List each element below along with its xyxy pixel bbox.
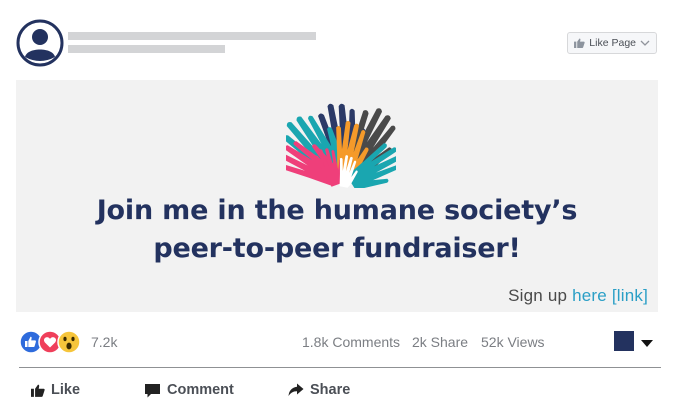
signup-label: Sign up	[508, 286, 568, 305]
signup-link[interactable]: here [link]	[572, 286, 648, 305]
thumbs-up-icon	[574, 38, 585, 48]
reaction-count[interactable]: 7.2k	[91, 334, 117, 350]
wow-reaction-icon	[57, 330, 81, 354]
shares-count[interactable]: 2k Share	[412, 334, 468, 350]
thumbs-up-icon	[31, 384, 45, 397]
hands-logo-icon	[286, 103, 396, 188]
banner-headline: Join me in the humane society’s peer-to-…	[16, 192, 658, 268]
views-count: 52k Views	[481, 334, 545, 350]
chevron-down-icon[interactable]	[640, 40, 650, 46]
headline-line-2: peer-to-peer fundraiser!	[153, 233, 521, 264]
share-arrow-icon	[288, 383, 304, 396]
fundraiser-banner[interactable]: Join me in the humane society’s peer-to-…	[16, 80, 658, 312]
headline-line-1: Join me in the humane society’s	[96, 195, 578, 226]
signup-text: Sign up here [link]	[508, 286, 648, 306]
page-avatar-selector[interactable]	[614, 331, 634, 351]
comment-label: Comment	[167, 382, 234, 398]
page-name-placeholder	[68, 32, 316, 40]
post-meta-placeholder	[68, 45, 225, 53]
share-label: Share	[310, 382, 351, 398]
like-page-button[interactable]: Like Page	[567, 32, 657, 54]
comments-count[interactable]: 1.8k Comments	[302, 334, 400, 350]
divider	[19, 367, 661, 368]
like-page-label: Like Page	[589, 37, 636, 49]
avatar[interactable]	[16, 19, 64, 67]
share-button[interactable]: Share	[288, 380, 350, 400]
like-label: Like	[51, 382, 81, 398]
caret-down-icon[interactable]	[641, 340, 653, 347]
comment-icon	[145, 383, 160, 397]
comment-button[interactable]: Comment	[144, 380, 234, 400]
like-button[interactable]: Like	[31, 380, 80, 400]
reactions-icons[interactable]	[19, 330, 85, 354]
